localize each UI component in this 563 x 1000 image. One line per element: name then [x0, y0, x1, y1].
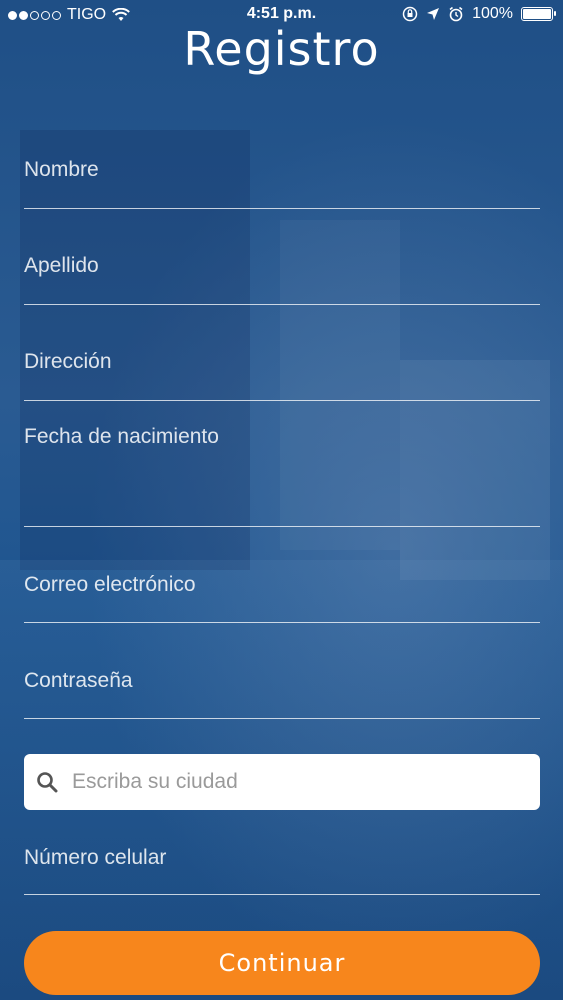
battery-level — [523, 9, 551, 19]
address-field-label: Dirección — [24, 350, 112, 373]
status-right: 100% — [402, 5, 556, 23]
page-title: Registro — [183, 22, 380, 76]
search-icon — [37, 772, 58, 793]
city-search-box[interactable] — [24, 754, 540, 810]
birthdate-field-label: Fecha de nacimiento — [24, 425, 219, 448]
location-icon — [427, 8, 440, 20]
continue-button[interactable]: Continuar — [24, 931, 540, 995]
birthdate-field[interactable]: Fecha de nacimiento — [24, 425, 540, 527]
lastname-field[interactable]: Apellido — [24, 254, 540, 305]
orientation-lock-icon — [402, 6, 418, 22]
city-search-input[interactable] — [70, 769, 514, 795]
email-field[interactable]: Correo electrónico — [24, 573, 540, 623]
battery-icon — [521, 7, 556, 21]
registration-screen: TIGO 4:51 p.m. 100% Registro Nombre Apel… — [0, 0, 563, 1000]
battery-percentage: 100% — [472, 5, 513, 22]
phone-field-label: Número celular — [24, 846, 167, 869]
name-field-label: Nombre — [24, 158, 99, 181]
password-field-label: Contraseña — [24, 669, 133, 692]
address-field[interactable]: Dirección — [24, 350, 540, 401]
lastname-field-label: Apellido — [24, 254, 99, 277]
phone-field[interactable]: Número celular — [24, 846, 540, 895]
name-field[interactable]: Nombre — [24, 158, 540, 209]
email-field-label: Correo electrónico — [24, 573, 196, 596]
alarm-icon — [449, 6, 463, 22]
password-field[interactable]: Contraseña — [24, 669, 540, 719]
